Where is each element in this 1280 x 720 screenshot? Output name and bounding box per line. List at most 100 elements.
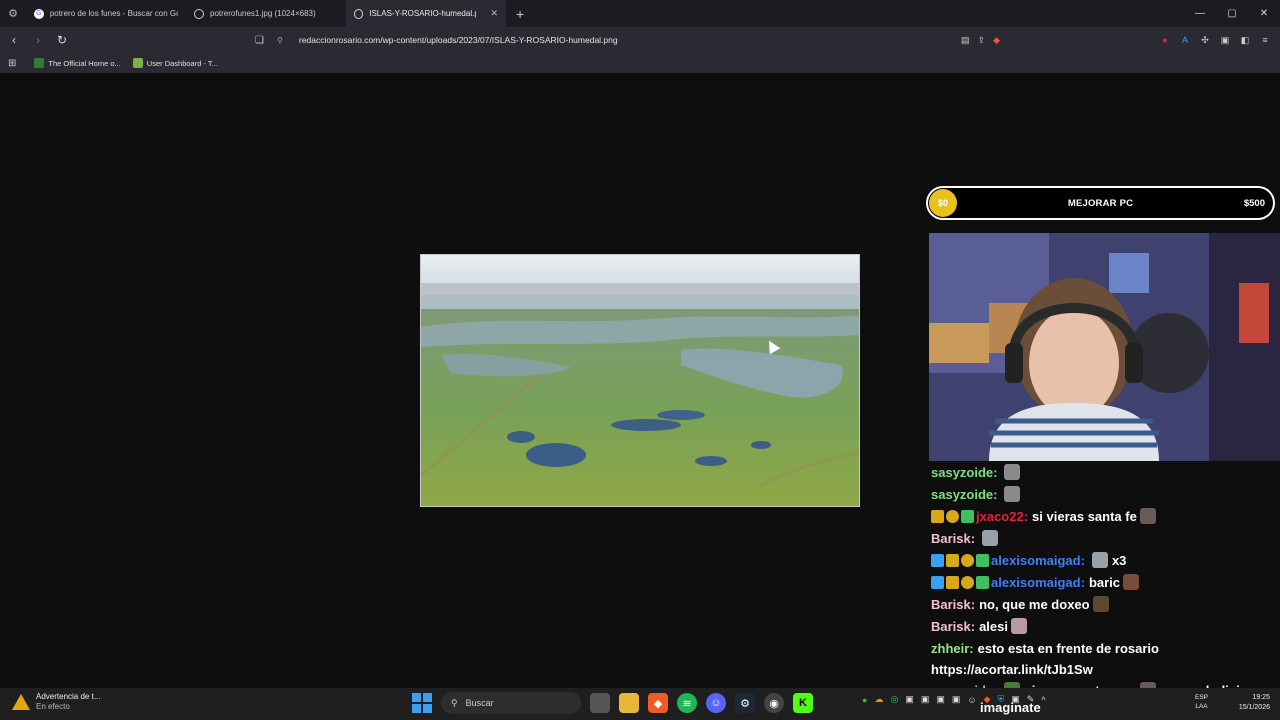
language-indicator[interactable]: ESP LAA (1195, 693, 1208, 711)
file-explorer-icon[interactable] (619, 693, 639, 713)
cloud-icon[interactable]: ☁ (874, 694, 883, 705)
url-text[interactable]: redaccionrosario.com/wp-content/uploads/… (299, 35, 618, 45)
bookmark-label: The Official Home o... (48, 58, 121, 68)
crown-badge-icon (931, 509, 944, 523)
new-tab-button[interactable]: + (516, 6, 524, 22)
maximize-icon[interactable]: ▢ (1216, 0, 1248, 27)
window-controls: — ▢ ✕ (1184, 0, 1280, 27)
chevron-up-icon[interactable]: ^ (1041, 695, 1045, 705)
bookmark-favicon (132, 58, 143, 68)
sparkle-badge-icon (976, 575, 989, 589)
chat-text: baric (1088, 574, 1121, 590)
chat-text: x3 (1111, 552, 1127, 568)
chat-username: jxaco22: (976, 508, 1029, 524)
windows-taskbar: Advertencia de t... En efecto ⚲ Buscar ◆… (0, 688, 1280, 720)
chat-username: Barisk: (931, 530, 976, 546)
goal-target: $500 (1243, 197, 1265, 209)
translate-icon[interactable]: A (1178, 30, 1192, 50)
emote-icon (1004, 464, 1021, 480)
spotify-tray-icon[interactable]: ● (862, 695, 867, 705)
chat-message: sasyzoide: (931, 461, 1280, 483)
whatsapp-icon[interactable]: ◎ (890, 694, 898, 705)
chat-username: sasyzoide: (931, 464, 998, 480)
tray-app-icon[interactable]: ▣ (952, 694, 961, 705)
close-window-icon[interactable]: ✕ (1248, 0, 1280, 27)
goal-current: $0 (929, 189, 957, 217)
discord-icon[interactable]: ☺ (706, 693, 726, 713)
kick-icon[interactable]: K (793, 693, 813, 713)
bookmark-favicon (34, 58, 45, 68)
menu-icon[interactable]: ≡ (1258, 30, 1272, 50)
close-tab-icon[interactable]: ✕ (490, 8, 498, 19)
tab-1[interactable]: G potrero de los funes - Buscar con Go (26, 0, 186, 27)
webcam-drawing (929, 233, 1280, 461)
share-icon[interactable]: ⇪ (978, 35, 986, 46)
sparkle-badge-icon (976, 553, 989, 567)
sidebar-icon[interactable]: ◧ (1238, 30, 1252, 50)
warning-text: Advertencia de t... En efecto (36, 692, 100, 712)
site-info-icon[interactable]: ⚲ (277, 36, 289, 45)
sparkle-badge-icon (961, 509, 974, 523)
bookmark-item[interactable]: User Dashboard - T... (132, 58, 218, 68)
warning-icon (12, 694, 30, 710)
wallet-icon[interactable]: ▣ (1218, 30, 1232, 50)
tray-app-icon[interactable]: ▣ (921, 694, 930, 705)
brave-shield-icon[interactable]: ◆ (993, 35, 1000, 46)
emote-icon (1123, 574, 1140, 590)
tray-app-icon[interactable]: ▣ (905, 694, 914, 705)
spotify-icon[interactable]: ≋ (677, 693, 697, 713)
tab-bar: ⚙ G potrero de los funes - Buscar con Go… (0, 0, 1280, 27)
reload-icon[interactable]: ↻ (52, 30, 72, 50)
weather-warning-widget[interactable]: Advertencia de t... En efecto (12, 692, 100, 712)
extensions-area: ● A ✣ ▣ ◧ ≡ (1158, 30, 1272, 50)
sub-badge-icon (946, 509, 959, 523)
task-view-icon[interactable] (590, 693, 610, 713)
address-bar[interactable]: ❏ ⚲ redaccionrosario.com/wp-content/uplo… (255, 30, 1000, 50)
chat-message: Barisk: (931, 527, 1280, 549)
bookmark-item[interactable]: The Official Home o... (34, 58, 121, 68)
extensions-icon[interactable]: ✣ (1198, 30, 1212, 50)
apps-icon[interactable]: ⊞ (8, 58, 16, 69)
chat-overflow-line: imaginate (980, 699, 1041, 715)
chat-username: zhheir: (931, 640, 974, 656)
google-icon: G (34, 8, 44, 19)
bookmark-icon[interactable]: ❏ (255, 35, 269, 46)
globe-icon (194, 8, 204, 19)
tab-3-active[interactable]: ISLAS-Y-ROSARIO-humedal.png ✕ (346, 0, 506, 27)
taskbar-clock[interactable]: 19:25 15/1/2026 (1239, 693, 1270, 713)
goal-label: MEJORAR PC (1067, 197, 1134, 209)
chat-message: sasyzoide: (931, 483, 1280, 505)
extension-red-icon[interactable]: ● (1158, 30, 1172, 50)
back-icon[interactable]: ‹ (4, 30, 24, 50)
forward-icon[interactable]: › (28, 30, 48, 50)
search-icon: ⚲ (451, 697, 458, 708)
sub-badge-icon (961, 575, 974, 589)
webcam-feed (929, 233, 1280, 461)
chat-text: esto esta en frente de rosario (977, 640, 1159, 656)
lang-top: ESP (1194, 694, 1208, 701)
obs-icon[interactable]: ◉ (764, 693, 784, 713)
minimize-icon[interactable]: — (1184, 0, 1216, 27)
tab-2[interactable]: potrerofunes1.jpg (1024×683) (186, 0, 346, 27)
stream-chat: sasyzoide: sasyzoide: jxaco22: si vieras… (931, 461, 1280, 701)
emote-icon (1092, 596, 1109, 612)
bookmarks-bar: ⊞ The Official Home o... User Dashboard … (0, 53, 1280, 73)
steam-icon[interactable]: ⚙ (735, 693, 755, 713)
chat-text: imaginate (980, 699, 1041, 715)
chat-text: si vieras santa fe (1032, 508, 1137, 524)
chat-link[interactable]: https://acortar.link/tJb1Sw (931, 659, 1280, 679)
window-menu-icon[interactable]: ⚙ (0, 0, 26, 27)
tab-title: potrero de los funes - Buscar con Go (49, 9, 178, 18)
tray-app-icon[interactable]: ▣ (936, 694, 945, 705)
clock-time: 19:25 (1252, 694, 1270, 701)
donation-goal-bar: $0 MEJORAR PC $500 (926, 186, 1275, 220)
taskbar-apps: ⚲ Buscar ◆ ≋ ☺ ⚙ ◉ K (412, 692, 813, 714)
start-button[interactable] (412, 693, 432, 713)
wetland-photo[interactable] (420, 254, 860, 507)
discord-tray-icon[interactable]: ☺ (967, 695, 976, 705)
chat-username: alexisomaigad: (991, 574, 1085, 590)
sub-badge-icon (961, 553, 974, 567)
taskbar-search[interactable]: ⚲ Buscar (441, 692, 581, 714)
brave-browser-icon[interactable]: ◆ (648, 693, 668, 713)
reader-icon[interactable]: ▤ (961, 35, 970, 46)
